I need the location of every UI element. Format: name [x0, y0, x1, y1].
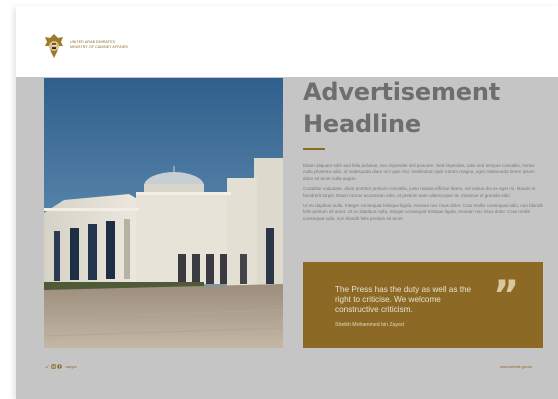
twitter-icon[interactable]	[44, 364, 49, 369]
page-canvas: UNITED ARAB EMIRATES MINISTRY OF CABINET…	[0, 0, 558, 399]
quotation-mark-icon: ”	[493, 273, 520, 319]
uae-emblem-icon	[45, 34, 63, 58]
advertisement-sheet: UNITED ARAB EMIRATES MINISTRY OF CABINET…	[16, 6, 558, 399]
org-line-ministry: MINISTRY OF CABINET AFFAIRS	[70, 44, 129, 49]
paragraph: Etiam aliquam nibh sed felis pulvinar, n…	[303, 163, 535, 181]
quote-text: The Press has the duty as well as the ri…	[335, 285, 472, 315]
website-link[interactable]: www.website.gov.ae	[500, 365, 532, 369]
quote-box: The Press has the duty as well as the ri…	[303, 262, 543, 348]
social-handle: uaegov	[65, 364, 77, 369]
quote-author: Sheikh Mohammed bin Zayed	[335, 322, 404, 328]
body-text: Etiam aliquam nibh sed felis pulvinar, n…	[303, 163, 543, 226]
facebook-icon[interactable]	[57, 364, 62, 369]
headline-line-2: Headline	[303, 110, 421, 138]
paragraph: Ut eu dapibus nulla. Integer consequat t…	[303, 203, 543, 221]
social-links: uaegov	[44, 364, 77, 369]
headline: Advertisement Headline	[303, 76, 553, 140]
paragraph: Curabitur vulputate, diam porttitor pret…	[303, 186, 536, 198]
organization-name: UNITED ARAB EMIRATES MINISTRY OF CABINET…	[70, 40, 128, 49]
building-photo	[44, 78, 283, 348]
header: UNITED ARAB EMIRATES MINISTRY OF CABINET…	[16, 6, 558, 77]
headline-line-1: Advertisement	[303, 78, 501, 106]
instagram-icon[interactable]	[50, 364, 56, 369]
accent-divider	[303, 148, 325, 150]
